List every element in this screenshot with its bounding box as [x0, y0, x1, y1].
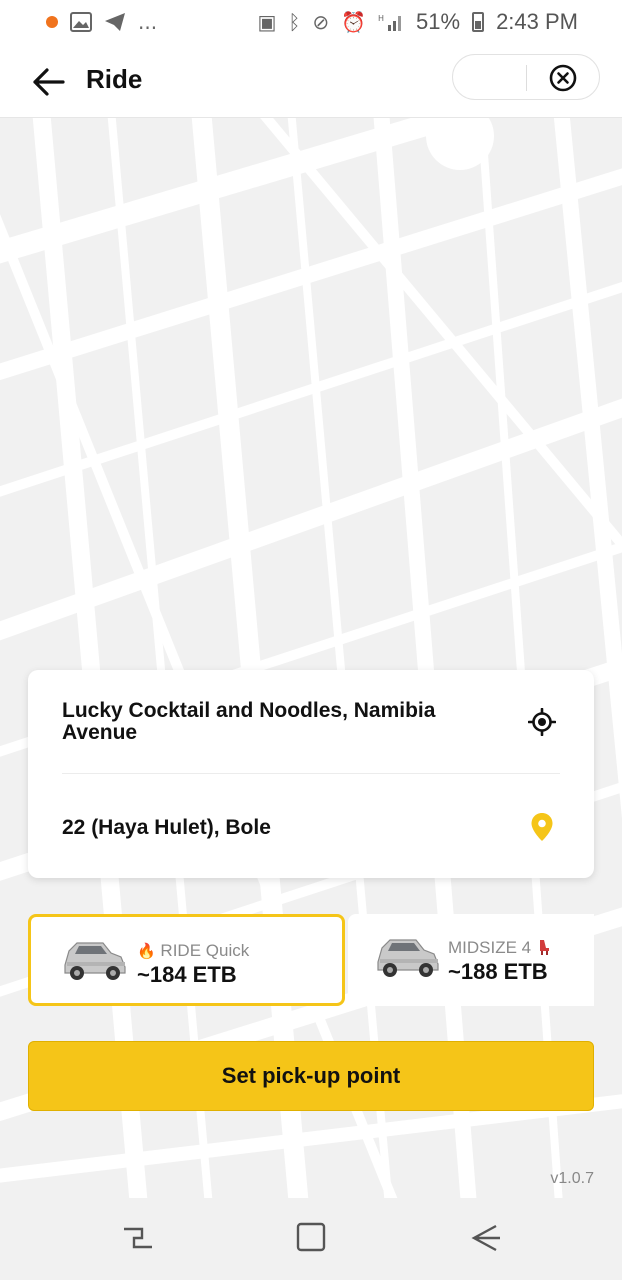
close-button[interactable]	[549, 64, 577, 92]
status-left: ...	[46, 10, 157, 34]
status-right: ▣ ᛒ ⊘ ⏰ H 51% 2:43 PM	[257, 9, 578, 35]
dropoff-address[interactable]: 22 (Haya Hulet), Bole	[62, 816, 271, 840]
back-icon	[471, 1224, 500, 1252]
map-pin-icon	[531, 813, 553, 841]
locate-button[interactable]	[527, 707, 557, 737]
ride-option-quick[interactable]: 🔥 RIDE Quick ~184 ETB	[28, 914, 345, 1006]
svg-text:H: H	[378, 14, 384, 23]
back-button[interactable]	[28, 62, 68, 102]
app-version: v1.0.7	[550, 1170, 594, 1187]
vibrate-off-icon: ⊘	[312, 10, 330, 34]
recents-icon	[124, 1227, 152, 1249]
system-back-button[interactable]	[466, 1220, 506, 1256]
map-view[interactable]	[0, 118, 622, 1198]
battery-icon	[472, 12, 485, 32]
arrow-left-icon	[33, 68, 65, 96]
route-card: Lucky Cocktail and Noodles, Namibia Aven…	[28, 670, 594, 878]
ride-option-label: 🔥 RIDE Quick	[137, 941, 249, 961]
ride-option-label: MIDSIZE 4	[448, 938, 550, 958]
header-pill	[452, 54, 600, 100]
fire-icon: 🔥	[137, 942, 156, 960]
clock: 2:43 PM	[496, 9, 578, 34]
system-nav-bar	[0, 1198, 622, 1280]
signal-icon: H	[378, 14, 402, 31]
page-title: Ride	[86, 64, 143, 94]
pickup-address[interactable]: Lucky Cocktail and Noodles, Namibia Aven…	[62, 700, 482, 744]
home-icon	[296, 1222, 326, 1252]
car-icon	[377, 939, 439, 977]
card-divider	[62, 773, 560, 774]
image-icon	[70, 12, 92, 32]
notification-dot-icon	[46, 16, 58, 28]
bluetooth-icon: ᛒ	[288, 10, 301, 34]
set-pickup-button[interactable]: Set pick-up point	[28, 1041, 594, 1111]
app-bar: Ride	[0, 44, 622, 118]
recents-button[interactable]	[118, 1220, 158, 1256]
battery-saver-icon: ▣	[257, 10, 277, 34]
ride-option-name: RIDE Quick	[160, 941, 250, 960]
close-circle-icon	[549, 64, 577, 92]
alarm-icon: ⏰	[341, 10, 367, 34]
ride-option-name: MIDSIZE 4	[448, 938, 532, 957]
map-roads	[0, 118, 622, 1198]
ride-option-midsize[interactable]: MIDSIZE 4 ~188 ETB	[348, 914, 594, 1006]
status-bar: ... ▣ ᛒ ⊘ ⏰ H 51% 2:43 PM	[0, 0, 622, 44]
pill-divider	[526, 65, 527, 91]
ride-option-price: ~184 ETB	[137, 962, 237, 987]
dropoff-pin	[530, 812, 554, 842]
home-button[interactable]	[291, 1220, 331, 1256]
more-dots: ...	[138, 10, 158, 34]
ride-option-price: ~188 ETB	[448, 959, 548, 984]
seat-icon	[539, 940, 549, 955]
battery-percent: 51%	[416, 9, 461, 34]
telegram-icon	[105, 13, 125, 31]
crosshair-icon	[527, 707, 557, 737]
car-icon	[64, 942, 126, 980]
